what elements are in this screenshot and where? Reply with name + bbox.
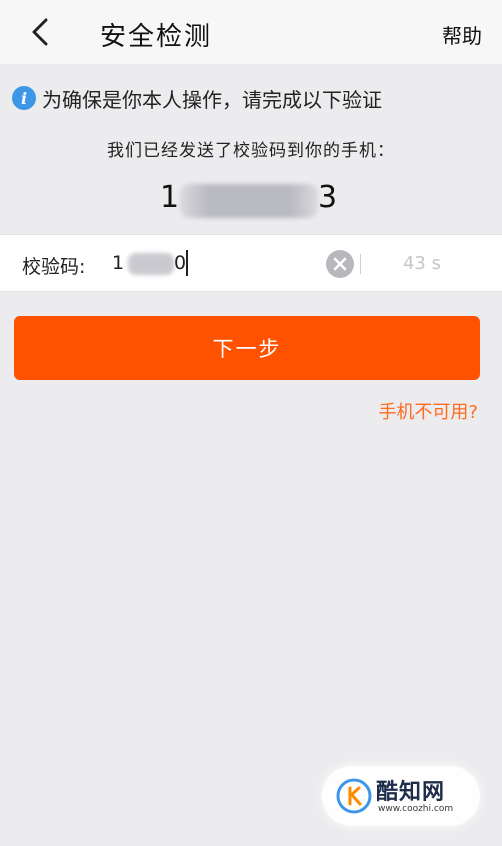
code-value-start: 1: [112, 252, 125, 274]
code-label: 校验码:: [22, 256, 86, 278]
watermark: 酷知网 www.coozhi.com: [322, 766, 480, 826]
divider: [360, 254, 361, 274]
watermark-name: 酷知网: [376, 780, 446, 805]
notice-text: 为确保是你本人操作，请完成以下验证: [42, 87, 382, 112]
coozhi-logo-icon: [336, 778, 372, 814]
info-icon: i: [12, 86, 36, 110]
next-step-button[interactable]: 下一步: [14, 316, 480, 380]
resend-countdown: 43 s: [402, 253, 441, 274]
watermark-url: www.coozhi.com: [378, 804, 454, 814]
page-title: 安全检测: [100, 22, 213, 52]
back-button[interactable]: [22, 14, 58, 50]
close-icon: [333, 257, 347, 271]
code-value-end: 0: [174, 252, 187, 274]
clear-button[interactable]: [326, 250, 354, 278]
masked-phone-number: 1 3: [0, 180, 502, 222]
top-bar: 安全检测 帮助: [0, 0, 502, 64]
text-caret: [186, 250, 188, 276]
code-blur-mask: [128, 253, 174, 275]
verification-notice: i 为确保是你本人操作，请完成以下验证: [12, 84, 382, 112]
help-button[interactable]: 帮助: [442, 20, 482, 49]
phone-visible-start: 1: [160, 180, 180, 215]
code-sent-message: 我们已经发送了校验码到你的手机：: [107, 141, 395, 161]
chevron-left-icon: [32, 18, 48, 46]
phone-blur-mask: [180, 184, 318, 218]
phone-visible-end: 3: [318, 180, 338, 215]
phone-unavailable-link[interactable]: 手机不可用?: [378, 398, 478, 424]
verification-code-row: 校验码: 1 0 43 s: [0, 234, 502, 292]
